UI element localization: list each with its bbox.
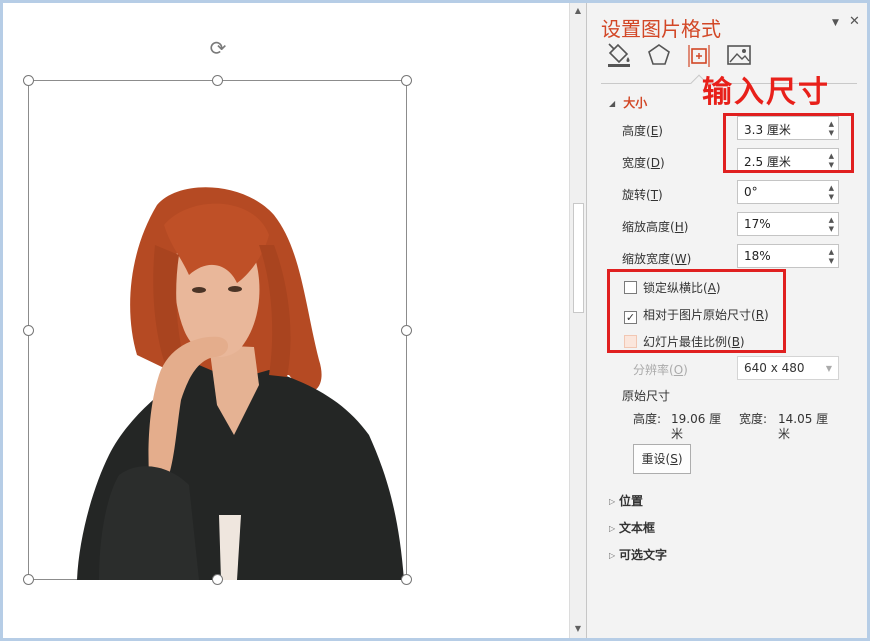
width-label: 宽度(D) (622, 156, 665, 170)
orig-width-label: 宽度: (739, 412, 768, 426)
resize-handle-top-right[interactable] (401, 75, 412, 86)
scale-width-field[interactable]: 18% ▲ ▼ (737, 244, 839, 268)
resize-handle-top[interactable] (212, 75, 223, 86)
chevron-down-icon[interactable]: ▼ (826, 364, 832, 373)
collapsed-triangle-icon: ▷ (609, 524, 616, 533)
spin-down-icon[interactable]: ▼ (829, 225, 834, 233)
annotation-box-checkboxes (607, 269, 786, 353)
fill-line-icon[interactable] (605, 41, 633, 69)
resolution-label: 分辨率(O) (633, 363, 688, 377)
scale-height-field[interactable]: 17% ▲ ▼ (737, 212, 839, 236)
collapsed-triangle-icon: ▷ (609, 497, 616, 506)
woman-photo[interactable] (69, 185, 409, 580)
rotation-value[interactable]: 0° (744, 185, 758, 199)
scroll-down-icon[interactable]: ▼ (570, 621, 586, 637)
picture-icon[interactable] (725, 41, 753, 69)
size-properties-icon[interactable] (685, 41, 713, 69)
resize-handle-bottom[interactable] (212, 574, 223, 585)
rotation-field[interactable]: 0° ▲ ▼ (737, 180, 839, 204)
orig-height-value-cont: 米 (671, 427, 684, 441)
scroll-thumb[interactable] (573, 203, 584, 313)
resize-handle-top-left[interactable] (23, 75, 34, 86)
effects-pentagon-icon[interactable] (645, 41, 673, 69)
scale-width-label: 缩放宽度(W) (622, 252, 692, 266)
rotation-label: 旋转(T) (622, 188, 663, 202)
annotation-label: 输入尺寸 (702, 75, 830, 110)
spin-up-icon[interactable]: ▲ (829, 216, 834, 224)
size-section-header[interactable]: ◢ 大小 (609, 94, 647, 111)
app-window: ⟳ ▲ ▼ 设置图片格式 ▼ ✕ 输入尺寸 ◢ 大小 高度(E) 3.3 厘米 … (3, 3, 867, 638)
orig-height-label: 高度: (633, 412, 662, 426)
scroll-up-icon[interactable]: ▲ (570, 3, 586, 19)
scale-height-label: 缩放高度(H) (622, 220, 689, 234)
spin-up-icon[interactable]: ▲ (829, 184, 834, 192)
reset-button[interactable]: 重设(S) (633, 444, 691, 474)
rotate-handle-icon[interactable]: ⟳ (207, 37, 229, 59)
annotation-box-dimensions (723, 113, 854, 173)
resize-handle-bottom-left[interactable] (23, 574, 34, 585)
resize-handle-left[interactable] (23, 325, 34, 336)
vertical-scrollbar[interactable]: ▲ ▼ (569, 3, 586, 638)
resolution-select[interactable]: 640 x 480 ▼ (737, 356, 839, 380)
collapsed-triangle-icon: ▷ (609, 551, 616, 560)
original-size-heading: 原始尺寸 (622, 389, 671, 403)
scale-width-value[interactable]: 18% (744, 249, 771, 263)
alt-text-section-header[interactable]: ▷ 可选文字 (609, 546, 667, 563)
close-icon[interactable]: ✕ (849, 14, 860, 29)
expanded-triangle-icon: ◢ (609, 99, 616, 108)
resize-handle-bottom-right[interactable] (401, 574, 412, 585)
resize-handle-right[interactable] (401, 325, 412, 336)
pane-title: 设置图片格式 (601, 17, 721, 41)
position-section-header[interactable]: ▷ 位置 (609, 492, 643, 509)
spin-up-icon[interactable]: ▲ (829, 248, 834, 256)
spin-down-icon[interactable]: ▼ (829, 193, 834, 201)
pane-menu-icon[interactable]: ▼ (832, 18, 839, 28)
size-section-title: 大小 (623, 96, 648, 110)
scale-height-value[interactable]: 17% (744, 217, 771, 231)
format-picture-pane: 设置图片格式 ▼ ✕ 输入尺寸 ◢ 大小 高度(E) 3.3 厘米 ▲ ▼ 宽度… (586, 3, 867, 638)
height-label: 高度(E) (622, 124, 663, 138)
slide-canvas[interactable]: ⟳ (3, 3, 569, 638)
textbox-section-header[interactable]: ▷ 文本框 (609, 519, 655, 536)
orig-width-value-cont: 米 (778, 427, 791, 441)
resolution-value[interactable]: 640 x 480 (744, 361, 805, 375)
spin-down-icon[interactable]: ▼ (829, 257, 834, 265)
